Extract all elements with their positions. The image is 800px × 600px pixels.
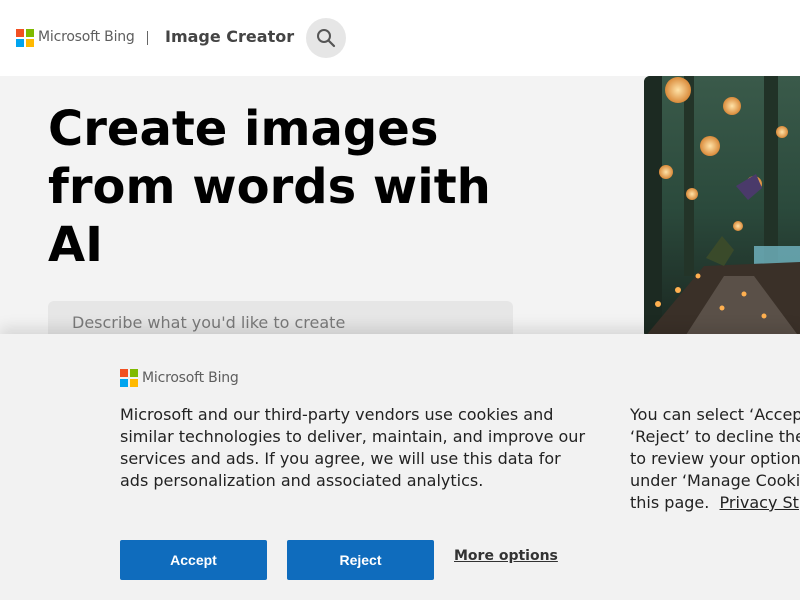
cookie-right-line: under ‘Manage Cooki bbox=[630, 471, 800, 490]
cookie-brand-name: Microsoft Bing bbox=[142, 370, 239, 386]
privacy-statement-link[interactable]: Privacy St bbox=[720, 493, 799, 512]
sample-image[interactable] bbox=[644, 76, 800, 338]
reject-button[interactable]: Reject bbox=[287, 540, 434, 580]
app-title[interactable]: Image Creator bbox=[165, 27, 294, 46]
cookie-banner: Microsoft Bing Microsoft and our third-p… bbox=[0, 334, 800, 600]
microsoft-logo-icon bbox=[120, 369, 138, 387]
hero-title: Create images from words with AI bbox=[48, 101, 491, 273]
search-button[interactable] bbox=[306, 18, 346, 58]
search-icon bbox=[317, 29, 336, 48]
sample-image-illustration bbox=[644, 76, 800, 338]
microsoft-logo-icon[interactable] bbox=[16, 29, 34, 47]
cookie-right-line-last: this page. Privacy St bbox=[630, 492, 800, 514]
top-header: Microsoft Bing Image Creator bbox=[0, 0, 800, 76]
cookie-right-line: You can select ‘Accept bbox=[630, 405, 800, 424]
cookie-options-text: You can select ‘Accept ‘Reject’ to decli… bbox=[630, 404, 800, 514]
header-divider bbox=[147, 31, 148, 45]
more-options-link[interactable]: More options bbox=[454, 548, 558, 564]
cookie-description: Microsoft and our third-party vendors us… bbox=[120, 405, 586, 490]
cookie-right-line: to review your options bbox=[630, 449, 800, 468]
cookie-right-line: ‘Reject’ to decline the bbox=[630, 427, 800, 446]
cookie-right-line: this page. bbox=[630, 493, 710, 512]
brand-name[interactable]: Microsoft Bing bbox=[38, 29, 135, 45]
accept-button[interactable]: Accept bbox=[120, 540, 267, 580]
